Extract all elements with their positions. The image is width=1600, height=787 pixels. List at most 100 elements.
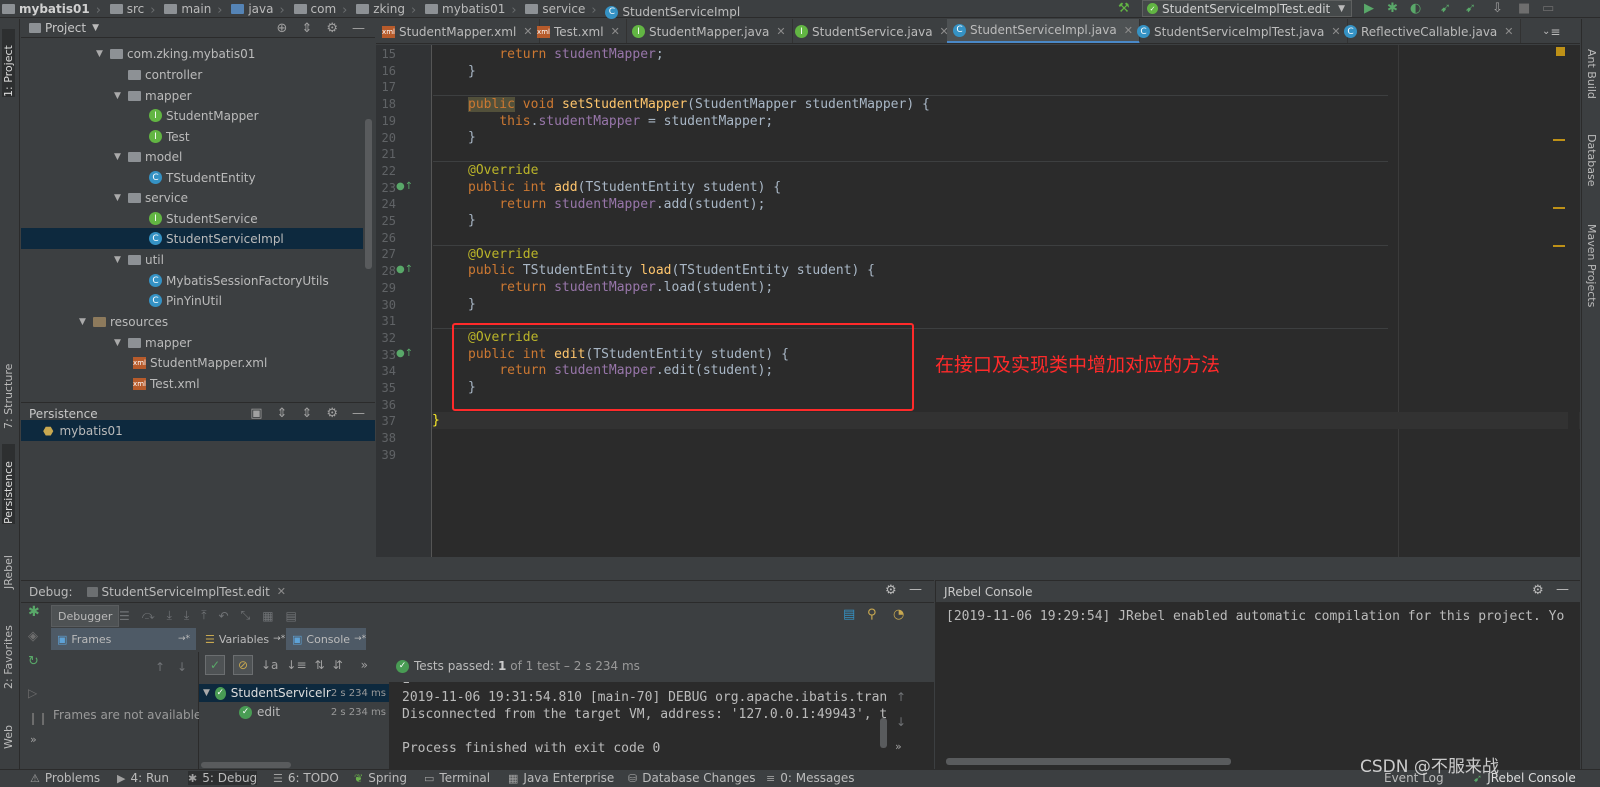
up-arrow-icon[interactable]: ↑	[155, 660, 165, 674]
tool-tab-maven[interactable]: Maven Projects	[1585, 224, 1598, 307]
implements-gutter-icon[interactable]: ●↑	[396, 348, 413, 359]
tree-item-package[interactable]: ▼ com.zking.mybatis01	[96, 43, 255, 64]
breadcrumb-com[interactable]: com	[293, 0, 336, 18]
inspection-status-icon[interactable]	[1556, 47, 1565, 56]
tree-item-class-selected[interactable]: C StudentServiceImpl	[21, 228, 363, 249]
step-into-icon[interactable]: ⤓	[167, 608, 172, 623]
window-icon[interactable]: ▭	[1542, 1, 1554, 16]
breadcrumb-project[interactable]: mybatis01	[2, 0, 90, 18]
tree-item-xml[interactable]: xml StudentMapper.xml	[133, 352, 267, 373]
tab-reflectivecallable-java[interactable]: C ReflectiveCallable.java ✕	[1338, 19, 1521, 43]
jrebel-run-icon[interactable]: ➹	[1440, 1, 1451, 16]
build-hammer-icon[interactable]: ⚒	[1118, 1, 1130, 16]
tab-variables[interactable]: ☰ Variables →*	[199, 628, 285, 650]
collapse-all-icon[interactable]: ⇵	[333, 658, 343, 672]
gear-icon[interactable]: ⚙	[1532, 583, 1544, 598]
tool-tab-persistence[interactable]: Persistence	[2, 444, 15, 524]
tool-tab-favorites[interactable]: 2: Favorites	[2, 614, 15, 689]
step-over-icon[interactable]: ⤼	[142, 608, 155, 623]
tab-test-xml[interactable]: xml Test.xml ✕	[531, 19, 627, 43]
project-panel-title[interactable]: Project	[45, 21, 86, 35]
tab-studentservice-java[interactable]: I StudentService.java ✕	[789, 19, 956, 43]
more-icon[interactable]: »	[895, 740, 902, 753]
diagram-icon[interactable]: ▣	[250, 406, 262, 421]
breadcrumb-main[interactable]: main	[164, 0, 211, 18]
layout-icon[interactable]: ☰	[119, 609, 130, 623]
run-configuration-select[interactable]: ✓ StudentServiceImplTest.edit ▼	[1142, 0, 1352, 17]
close-icon[interactable]: ✕	[277, 585, 286, 598]
tool-java-enterprise[interactable]: ▦ Java Enterprise	[508, 771, 614, 785]
console-icon[interactable]: ▤	[843, 607, 855, 622]
error-stripe-mark[interactable]	[1553, 245, 1565, 247]
hide-icon[interactable]: —	[909, 582, 922, 597]
console-scrollbar[interactable]	[880, 718, 887, 748]
tool-run[interactable]: ▶ 4: Run	[117, 771, 169, 785]
editor-scrollbar[interactable]	[1568, 45, 1579, 557]
run-to-cursor-icon[interactable]: ⤡	[241, 608, 251, 623]
pause-icon[interactable]: ◈	[28, 629, 38, 644]
tab-frames[interactable]: ▣ Frames →*	[51, 628, 196, 650]
mute-icon[interactable]: ▷	[28, 686, 37, 700]
locate-icon[interactable]: ⊕	[277, 21, 288, 36]
tool-tab-web[interactable]: Web	[2, 709, 15, 749]
tool-spring[interactable]: ❦ Spring	[354, 771, 407, 785]
trace-icon[interactable]: ▤	[286, 609, 297, 623]
tree-item-class[interactable]: C PinYinUtil	[149, 290, 222, 311]
tree-item-xml[interactable]: xml Test.xml	[133, 373, 200, 394]
show-passed-icon[interactable]: ✓	[205, 655, 225, 675]
collapse-icon[interactable]: ⇕	[301, 21, 312, 36]
implements-gutter-icon[interactable]: ●↑	[396, 264, 413, 275]
code-editor[interactable]: return studentMapper; } public void setS…	[376, 45, 1580, 557]
implements-gutter-icon[interactable]: ●↑	[396, 181, 413, 192]
tree-item-interface[interactable]: I Test	[149, 126, 190, 147]
resume-bug-icon[interactable]: ✱	[28, 604, 40, 620]
rerun-icon[interactable]: ↻	[28, 654, 39, 669]
tool-tab-structure[interactable]: 7: Structure	[2, 349, 15, 429]
tree-item-folder[interactable]: ▼ service	[114, 187, 188, 208]
tool-messages[interactable]: ≡ 0: Messages	[766, 771, 855, 785]
step-out-icon[interactable]: ⤒	[201, 608, 206, 623]
pause-program-icon[interactable]: ❙❙	[28, 711, 48, 725]
tab-debugger[interactable]: Debugger	[51, 605, 120, 627]
test-tree-root[interactable]: ▼ ✓ StudentServiceIr 2 s 234 ms	[199, 684, 389, 702]
tree-item-folder[interactable]: controller	[128, 64, 202, 85]
tree-item-interface[interactable]: I StudentMapper	[149, 105, 259, 126]
up-arrow-icon[interactable]: ↑	[896, 690, 906, 704]
tool-problems[interactable]: ⚠ Problems	[30, 771, 100, 785]
tree-item-folder[interactable]: ▼ resources	[79, 311, 168, 332]
gear-icon[interactable]: ⚙	[326, 406, 338, 421]
test-tree-scrollbar[interactable]	[201, 762, 291, 768]
project-scrollbar[interactable]	[365, 119, 372, 269]
tool-tab-ant-build[interactable]: Ant Build	[1585, 49, 1598, 99]
test-tree-child[interactable]: ✓ edit 2 s 234 ms	[199, 703, 389, 721]
tree-item-folder[interactable]: ▼ mapper	[114, 332, 192, 353]
tab-studentmapper-xml[interactable]: xml StudentMapper.xml ✕	[376, 19, 540, 43]
chevron-down-icon[interactable]: ▼	[92, 23, 99, 33]
close-icon[interactable]: ✕	[611, 25, 620, 38]
close-icon[interactable]: ✕	[1504, 25, 1513, 38]
down-arrow-icon[interactable]: ↓	[896, 715, 906, 729]
tree-item-class[interactable]: C MybatisSessionFactoryUtils	[149, 270, 329, 291]
tree-item-class[interactable]: C TStudentEntity	[149, 167, 256, 188]
close-icon[interactable]: ✕	[776, 25, 785, 38]
tool-terminal[interactable]: ▭ Terminal	[424, 771, 490, 785]
hide-icon[interactable]: —	[352, 21, 365, 36]
expand-icon[interactable]: ⇕	[277, 406, 288, 421]
more-icon[interactable]: »	[361, 658, 368, 672]
tree-item-folder[interactable]: ▼ util	[114, 249, 164, 270]
tool-tab-database[interactable]: Database	[1585, 134, 1598, 187]
breadcrumb-java[interactable]: java	[231, 0, 273, 18]
jrebel-debug-icon[interactable]: ➹	[1465, 1, 1476, 16]
show-ignored-icon[interactable]: ⊘	[233, 655, 253, 675]
tree-item-interface[interactable]: I StudentService	[149, 208, 258, 229]
more-icon[interactable]: »	[30, 733, 37, 746]
gear-icon[interactable]: ⚙	[885, 583, 897, 598]
tab-studentmapper-java[interactable]: I StudentMapper.java ✕	[626, 19, 793, 43]
breadcrumb-mybatis01[interactable]: mybatis01	[425, 0, 505, 18]
persistence-item[interactable]: ⬣ mybatis01	[21, 420, 375, 441]
filter-icon[interactable]: ⚲	[867, 607, 877, 622]
sort-alpha-icon[interactable]: ↓a	[261, 658, 278, 672]
sort-duration-icon[interactable]: ↓≡	[286, 658, 306, 672]
hide-icon[interactable]: —	[352, 406, 365, 421]
jrebel-scrollbar[interactable]	[946, 758, 1231, 765]
